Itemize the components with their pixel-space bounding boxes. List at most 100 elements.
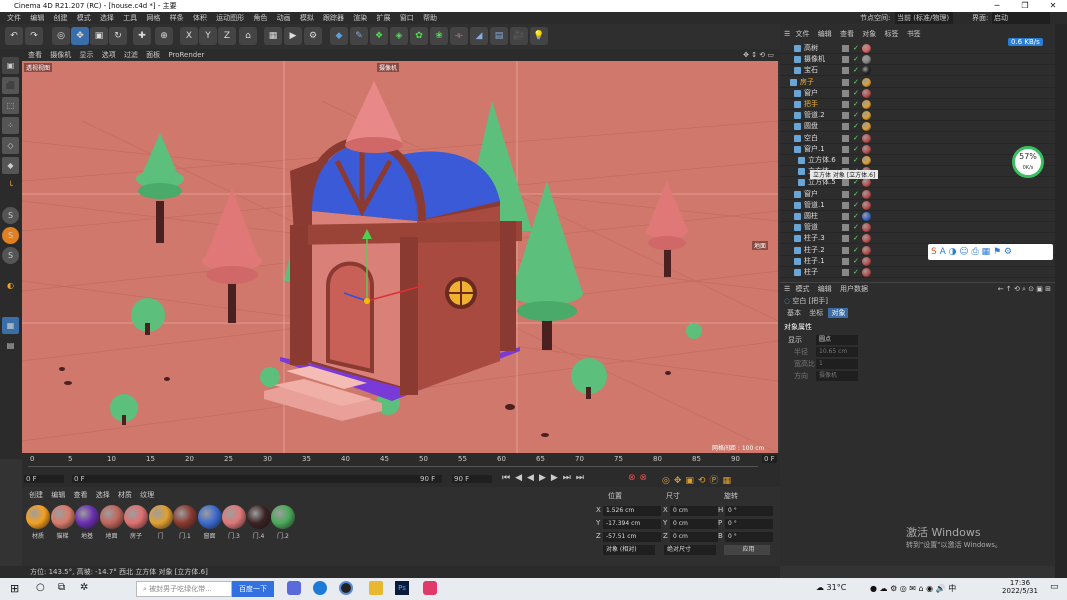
mat-menu-view[interactable]: 查看 bbox=[70, 490, 90, 500]
x-axis-button[interactable]: X bbox=[180, 27, 198, 45]
object-row[interactable]: 管道.2 ✓ bbox=[780, 110, 1055, 122]
snap-settings-icon[interactable]: S bbox=[2, 227, 19, 244]
mat-menu-material[interactable]: 材质 bbox=[115, 490, 135, 500]
rot-b-field[interactable]: 0 ° bbox=[725, 532, 773, 542]
attr-tab-basic[interactable]: 基本 bbox=[784, 308, 804, 318]
playback-controls[interactable]: ⏮◀◀▶▶⏭⏭ bbox=[502, 473, 589, 483]
material-tag-icon[interactable] bbox=[862, 212, 871, 221]
minimize-button[interactable]: ─ bbox=[983, 0, 1011, 12]
object-row[interactable]: 窗户 ✓ bbox=[780, 189, 1055, 200]
attr-menu-userdata[interactable]: 用户数据 bbox=[837, 283, 871, 295]
material-swatch[interactable] bbox=[173, 505, 197, 529]
clock[interactable]: 17:36 2022/5/31 bbox=[1000, 579, 1040, 595]
vp-menu-prorender[interactable]: ProRender bbox=[168, 51, 204, 59]
material-tag-icon[interactable] bbox=[862, 44, 871, 53]
object-row[interactable]: 宝石 ✓ bbox=[780, 65, 1055, 77]
current-frame-field[interactable]: 0 F bbox=[24, 475, 64, 483]
menu-character[interactable]: 角色 bbox=[253, 14, 267, 22]
enabled-check-icon[interactable]: ✓ bbox=[853, 88, 859, 99]
app-icon[interactable] bbox=[287, 581, 301, 595]
obj-menu-edit[interactable]: 编辑 bbox=[815, 28, 835, 40]
material-swatch[interactable] bbox=[50, 505, 75, 529]
visibility-toggle[interactable] bbox=[842, 112, 849, 120]
visibility-toggle[interactable] bbox=[842, 145, 849, 153]
obj-menu-file[interactable]: 文件 bbox=[793, 28, 813, 40]
material-swatch[interactable] bbox=[26, 505, 50, 529]
preview-end-field[interactable]: 90 F bbox=[452, 475, 492, 483]
coord-mode-select[interactable]: 对象 (相对) bbox=[603, 545, 655, 555]
subdivision-icon[interactable]: ❖ bbox=[370, 27, 388, 45]
menu-simulate[interactable]: 模拟 bbox=[300, 14, 314, 22]
node-space-select[interactable]: 当前 (标准/物理) bbox=[895, 12, 953, 24]
record-icon[interactable]: ⊗⊗ bbox=[628, 473, 651, 483]
attr-tab-coord[interactable]: 坐标 bbox=[806, 308, 826, 318]
material-swatch[interactable] bbox=[271, 505, 295, 529]
enabled-check-icon[interactable]: ✓ bbox=[853, 189, 859, 200]
menu-edit[interactable]: 编辑 bbox=[30, 14, 44, 22]
keyframe-icons[interactable]: ◎✥▣⟲Ⓟ▦ bbox=[662, 473, 735, 486]
menu-spline[interactable]: 样条 bbox=[170, 14, 184, 22]
array-icon[interactable]: ✿ bbox=[410, 27, 428, 45]
material-tag-icon[interactable] bbox=[862, 256, 871, 266]
edge-icon[interactable] bbox=[313, 581, 327, 595]
menu-tools[interactable]: 工具 bbox=[123, 14, 137, 22]
object-row[interactable]: 柱子.3 ✓ bbox=[780, 233, 1055, 245]
mat-menu-create[interactable]: 创建 bbox=[26, 490, 46, 500]
cube-icon[interactable]: ◆ bbox=[330, 27, 348, 45]
visibility-toggle[interactable] bbox=[842, 45, 849, 52]
attr-tab-object[interactable]: 对象 bbox=[828, 308, 849, 318]
visibility-toggle[interactable] bbox=[842, 201, 849, 209]
material-swatch[interactable] bbox=[99, 505, 124, 529]
size-z-field[interactable]: 0 cm bbox=[670, 532, 718, 542]
menu-create[interactable]: 创建 bbox=[53, 14, 67, 22]
points-mode-icon[interactable]: ⁘ bbox=[2, 117, 19, 134]
object-row[interactable]: 把手 ✓ bbox=[780, 99, 1055, 110]
move-icon[interactable]: ✥ bbox=[71, 27, 89, 45]
attr-hamburger-icon[interactable]: ☰ bbox=[784, 285, 790, 293]
menu-select[interactable]: 选择 bbox=[100, 14, 114, 22]
extrude-icon[interactable]: ◈ bbox=[390, 27, 408, 45]
apply-button[interactable]: 应用 bbox=[724, 545, 770, 555]
workplane-icon[interactable]: S bbox=[2, 247, 19, 264]
photoshop-icon[interactable]: Ps bbox=[395, 581, 409, 595]
pos-x-field[interactable]: 1.526 cm bbox=[603, 506, 661, 516]
object-row[interactable]: 空白 ✓ bbox=[780, 133, 1055, 144]
viewport-nav-icons[interactable]: ✥ ↕ ⟲ ▭ bbox=[743, 49, 774, 61]
redo-button[interactable]: ↷ bbox=[25, 27, 43, 45]
menu-window[interactable]: 窗口 bbox=[400, 14, 414, 22]
undo-button[interactable]: ↶ bbox=[5, 27, 23, 45]
viewport-3d[interactable]: 透视视图 摄像机 地面 网格间距 : 100 cm bbox=[22, 61, 778, 453]
menu-extensions[interactable]: 扩展 bbox=[377, 14, 391, 22]
material-tag-icon[interactable] bbox=[862, 66, 871, 76]
object-row[interactable]: 圆柱 ✓ bbox=[780, 211, 1055, 222]
model-mode-icon[interactable]: ⬛ bbox=[2, 77, 19, 94]
material-swatch[interactable] bbox=[222, 505, 246, 529]
vp-menu-filter[interactable]: 过滤 bbox=[124, 51, 138, 59]
baidu-search-button[interactable]: 百度一下 bbox=[232, 581, 274, 597]
tray-icons[interactable]: ● ☁ ⚙ ◎ ✉ ⌂ ◉ 🔊 中 bbox=[870, 583, 956, 594]
enabled-check-icon[interactable]: ✓ bbox=[853, 110, 859, 121]
object-row[interactable]: 柱子 ✓ bbox=[780, 267, 1055, 278]
coordinate-icon[interactable]: ⊕ bbox=[155, 27, 173, 45]
object-row[interactable]: 圆盘 ✓ bbox=[780, 121, 1055, 133]
pen-icon[interactable]: ✎ bbox=[350, 27, 368, 45]
light-icon[interactable]: 💡 bbox=[530, 27, 548, 45]
rot-h-field[interactable]: 0 ° bbox=[725, 506, 773, 516]
object-row[interactable]: 立方体.5 ✓ bbox=[780, 177, 1055, 189]
visibility-toggle[interactable] bbox=[842, 190, 849, 198]
render-settings-icon[interactable]: ⚙ bbox=[304, 27, 322, 45]
enabled-check-icon[interactable]: ✓ bbox=[853, 99, 859, 110]
enabled-check-icon[interactable]: ✓ bbox=[853, 43, 859, 54]
vp-menu-options[interactable]: 选项 bbox=[102, 51, 116, 59]
axis-mode-icon[interactable]: └ bbox=[2, 177, 19, 194]
interface-select[interactable]: 启动 bbox=[992, 12, 1050, 24]
z-axis-button[interactable]: Z bbox=[218, 27, 236, 45]
mat-menu-select[interactable]: 选择 bbox=[93, 490, 113, 500]
right-side-tabs[interactable] bbox=[1055, 24, 1067, 578]
obj-menu-view[interactable]: 查看 bbox=[837, 28, 857, 40]
mat-menu-texture[interactable]: 纹理 bbox=[137, 490, 157, 500]
menu-volume[interactable]: 体积 bbox=[193, 14, 207, 22]
object-row[interactable]: 房子 ✓ bbox=[780, 77, 1055, 88]
visibility-toggle[interactable] bbox=[842, 101, 849, 108]
material-tag-icon[interactable] bbox=[862, 100, 871, 109]
